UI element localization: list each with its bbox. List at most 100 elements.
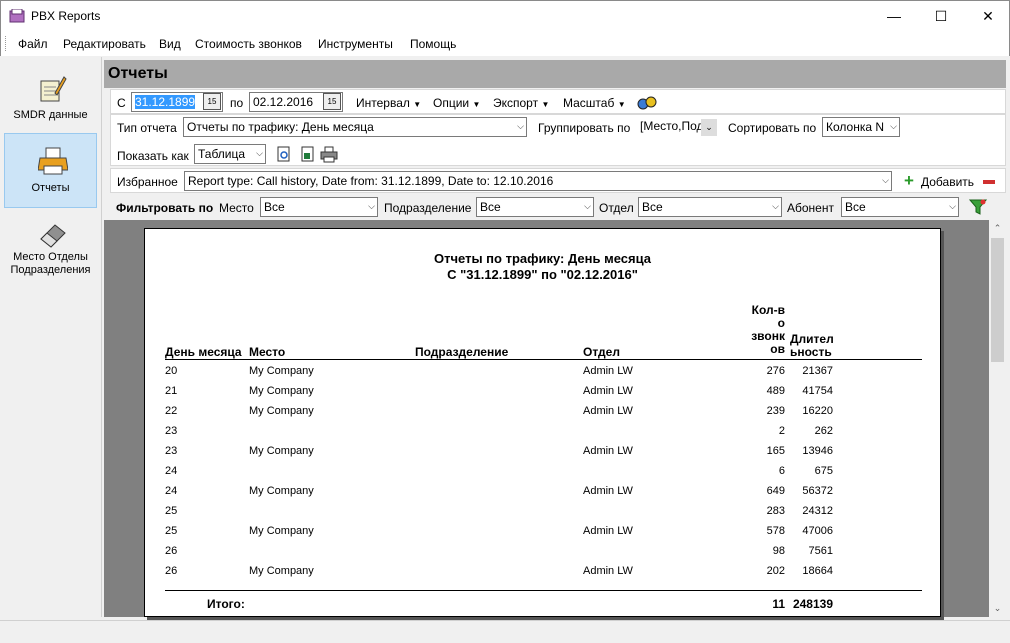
- cell-day: 24: [165, 465, 178, 477]
- cell-day: 20: [165, 365, 178, 377]
- cell-place: My Company: [249, 485, 314, 497]
- eraser-icon: [40, 224, 66, 248]
- print-icon[interactable]: [320, 146, 338, 163]
- col-header-dept: Отдел: [583, 345, 620, 359]
- cell-calls: 283: [766, 505, 785, 517]
- remove-favorite-icon[interactable]: [983, 180, 995, 184]
- cell-place: My Company: [249, 365, 314, 377]
- minimize-button[interactable]: —: [871, 1, 917, 31]
- cell-place: My Company: [249, 525, 314, 537]
- filter-row: Фильтровать по Место Все ⌵ Подразделение …: [110, 195, 1006, 220]
- col-header-place: Место: [249, 345, 286, 359]
- scroll-thumb[interactable]: [991, 238, 1004, 362]
- menu-file[interactable]: Файл: [18, 37, 48, 51]
- report-type-label: Тип отчета: [117, 121, 177, 135]
- date-to-label: по: [230, 96, 244, 110]
- dept-filter-select[interactable]: Все ⌵: [638, 197, 782, 217]
- calendar-to-icon[interactable]: 15: [323, 93, 341, 110]
- window-title: PBX Reports: [31, 9, 101, 23]
- cell-calls: 6: [778, 465, 785, 477]
- cell-dept: Admin LW: [583, 525, 633, 537]
- binoculars-icon[interactable]: [637, 93, 657, 111]
- sidebar: SMDR данные Отчеты Место Отделы Подразде…: [0, 57, 102, 617]
- total-label: Итого:: [207, 597, 245, 611]
- menu-tools[interactable]: Инструменты: [318, 37, 393, 51]
- sidebar-item-reports[interactable]: Отчеты: [4, 133, 97, 208]
- printer-icon: [38, 147, 68, 175]
- menu-edit[interactable]: Редактировать: [63, 37, 146, 51]
- preview-icon[interactable]: [276, 146, 292, 163]
- filter-icon[interactable]: [969, 198, 987, 216]
- col-header-calls: Кол-в о звонк ов: [751, 303, 785, 356]
- favorites-select[interactable]: Report type: Call history, Date from: 31…: [184, 171, 892, 191]
- add-favorite-button[interactable]: Добавить: [921, 175, 974, 189]
- subscriber-filter-select[interactable]: Все ⌵: [841, 197, 959, 217]
- show-as-label: Показать как: [117, 149, 189, 163]
- interval-menu[interactable]: Интервал ▼: [356, 96, 421, 110]
- favorites-row: Избранное Report type: Call history, Dat…: [110, 168, 1006, 193]
- cell-duration: 56372: [802, 485, 833, 497]
- menu-view[interactable]: Вид: [159, 37, 181, 51]
- sidebar-item-places[interactable]: Место Отделы Подразделения: [4, 217, 97, 292]
- cell-day: 26: [165, 545, 178, 557]
- scale-menu[interactable]: Масштаб ▼: [563, 96, 626, 110]
- show-as-select[interactable]: Таблица ⌵: [194, 144, 266, 164]
- dept-filter-label: Отдел: [599, 201, 634, 215]
- cell-duration: 21367: [802, 365, 833, 377]
- col-header-division: Подразделение: [415, 345, 509, 359]
- scroll-down-icon[interactable]: ⌄: [989, 600, 1006, 617]
- cell-day: 25: [165, 505, 178, 517]
- cell-place: My Company: [249, 445, 314, 457]
- status-bar: [0, 620, 1010, 643]
- menu-grip: [5, 36, 8, 51]
- cell-day: 23: [165, 445, 178, 457]
- menu-help[interactable]: Помощь: [410, 37, 456, 51]
- menu-bar: Файл Редактировать Вид Стоимость звонков…: [0, 31, 1010, 56]
- cell-duration: 675: [814, 465, 833, 477]
- subscriber-filter-label: Абонент: [787, 201, 834, 215]
- place-filter-select[interactable]: Все ⌵: [260, 197, 378, 217]
- app-icon: [9, 9, 25, 23]
- notepad-pencil-icon: [40, 76, 67, 102]
- maximize-button[interactable]: ☐: [918, 1, 964, 31]
- cell-day: 22: [165, 405, 178, 417]
- vertical-scrollbar[interactable]: ⌃ ⌄: [989, 220, 1006, 617]
- total-calls: 11: [772, 597, 785, 611]
- cell-calls: 489: [766, 385, 785, 397]
- cell-dept: Admin LW: [583, 385, 633, 397]
- col-header-day: День месяца: [165, 345, 242, 359]
- plus-icon[interactable]: +: [904, 171, 914, 191]
- cell-duration: 262: [814, 425, 833, 437]
- cell-duration: 24312: [802, 505, 833, 517]
- header-divider: [165, 359, 922, 360]
- cell-calls: 239: [766, 405, 785, 417]
- group-by-label: Группировать по: [538, 121, 631, 135]
- export-menu[interactable]: Экспорт ▼: [493, 96, 549, 110]
- cell-duration: 7561: [808, 545, 833, 557]
- report-preview: Отчеты по трафику: День месяца С "31.12.…: [104, 220, 989, 617]
- cell-dept: Admin LW: [583, 485, 633, 497]
- close-button[interactable]: ✕: [965, 1, 1010, 31]
- sort-by-select[interactable]: Колонка N ⌵: [822, 117, 900, 137]
- sidebar-item-label: Место Отделы Подразделения: [10, 251, 91, 276]
- cell-calls: 165: [766, 445, 785, 457]
- options-menu[interactable]: Опции ▼: [433, 96, 480, 110]
- division-filter-select[interactable]: Все ⌵: [476, 197, 594, 217]
- cell-dept: Admin LW: [583, 565, 633, 577]
- group-by-dropdown-icon[interactable]: ⌄: [701, 119, 717, 136]
- page-title: Отчеты: [108, 65, 168, 82]
- report-title: Отчеты по трафику: День месяца: [434, 251, 651, 266]
- section-header: Отчеты: [104, 60, 1006, 88]
- scroll-up-icon[interactable]: ⌃: [989, 220, 1006, 237]
- filter-label: Фильтровать по: [116, 201, 214, 215]
- excel-export-icon[interactable]: [300, 146, 316, 163]
- menu-call-cost[interactable]: Стоимость звонков: [195, 37, 302, 51]
- report-type-select[interactable]: Отчеты по трафику: День месяца ⌵: [183, 117, 527, 137]
- cell-dept: Admin LW: [583, 405, 633, 417]
- total-duration: 248139: [792, 597, 833, 611]
- calendar-from-icon[interactable]: 15: [203, 93, 221, 110]
- date-toolbar: С 31.12.1899 15 по 02.12.2016 15 Интерва…: [110, 89, 1006, 114]
- cell-duration: 18664: [802, 565, 833, 577]
- sidebar-item-smdr[interactable]: SMDR данные: [4, 61, 97, 136]
- cell-day: 23: [165, 425, 178, 437]
